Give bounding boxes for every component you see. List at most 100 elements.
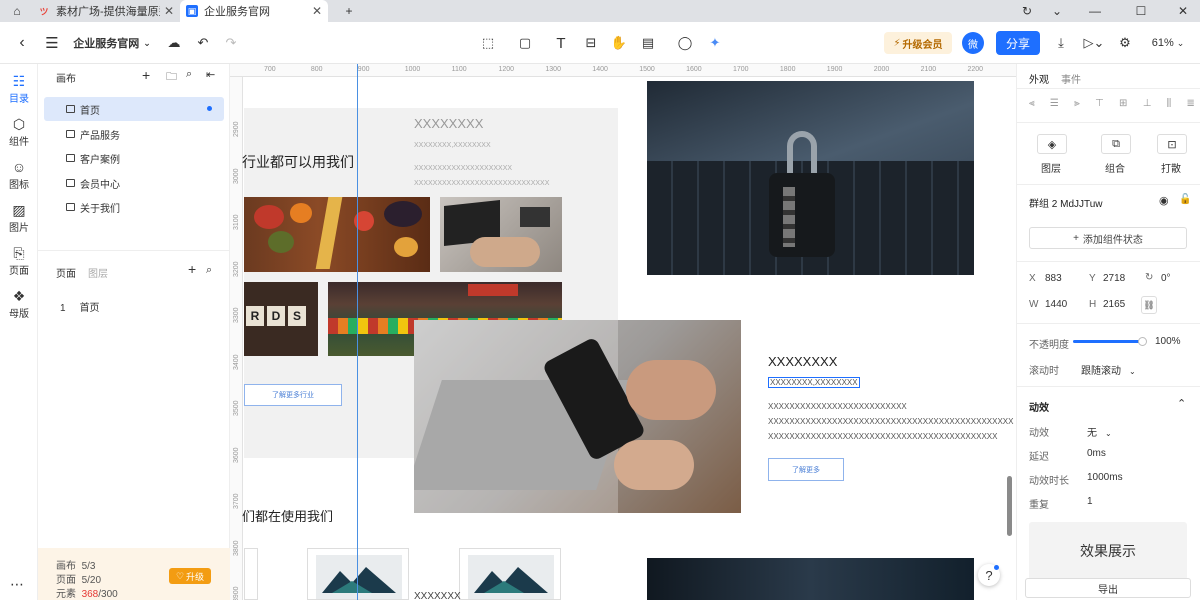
play-preview-icon[interactable]: ▷⌄ — [1080, 22, 1108, 64]
canvas-item-member[interactable]: 会员中心 — [44, 171, 224, 195]
nav-directory[interactable]: ☷ 目录 — [0, 72, 38, 112]
distribute-v-icon[interactable]: ≣ — [1187, 98, 1195, 112]
more-industry-button[interactable]: 了解更多行业 — [244, 384, 342, 406]
design-canvas[interactable]: 700 800 900 1000 1100 1200 1300 1400 1500 1600 170… — [230, 64, 1016, 600]
tab-material-square[interactable]: ツ 素材广场-提供海量原型模 ✕ — [32, 0, 180, 22]
delay-input[interactable]: 0ms — [1087, 448, 1106, 459]
duration-input[interactable]: 1000ms — [1087, 472, 1123, 483]
zoom-dropdown[interactable]: 61% ⌄ — [1146, 22, 1190, 64]
help-button[interactable]: ? — [978, 564, 1000, 586]
canvas-item-home[interactable]: 首页 — [44, 97, 224, 121]
effect-select[interactable]: 无 ⌄ — [1087, 424, 1112, 439]
close-window-icon[interactable]: ✕ — [1168, 0, 1198, 22]
nav-icons[interactable]: ☺ 图标 — [0, 158, 38, 198]
tab-pages[interactable]: 页面 — [56, 265, 76, 280]
project-name-dropdown[interactable]: 企业服务官网 ⌄ — [72, 22, 152, 64]
add-page-icon[interactable]: + — [188, 261, 196, 277]
comment-tool-icon[interactable]: ◯ — [674, 22, 696, 64]
export-button[interactable]: 导出 — [1025, 578, 1191, 598]
logo-card[interactable] — [307, 548, 409, 600]
canvas-item-cases[interactable]: 客户案例 — [44, 146, 224, 170]
text-tool-icon[interactable]: T — [550, 22, 572, 64]
logo-card[interactable] — [244, 548, 258, 600]
refresh-icon[interactable]: ↻ — [1012, 0, 1042, 22]
minimize-icon[interactable]: — — [1080, 0, 1110, 22]
tab-events[interactable]: 事件 — [1061, 71, 1081, 86]
shape-tool-icon[interactable]: ▢ — [512, 22, 538, 64]
close-tab-icon[interactable]: ✕ — [164, 4, 174, 18]
align-bottom-icon[interactable]: ⊥ — [1143, 98, 1152, 112]
y-input[interactable]: 2718 — [1103, 273, 1125, 284]
canvas-scrollbar[interactable] — [1007, 476, 1012, 536]
search-icon[interactable]: ⌕ — [206, 264, 212, 277]
food-photo[interactable] — [244, 197, 430, 272]
canvas-item-about[interactable]: 关于我们 — [44, 195, 224, 219]
nav-pages[interactable]: ⎘ 页面 — [0, 244, 38, 284]
chevron-up-icon[interactable]: ⌃ — [1177, 397, 1186, 410]
phone-laptop-photo[interactable] — [414, 320, 741, 513]
maximize-icon[interactable]: ☐ — [1126, 0, 1156, 22]
scroll-behavior-select[interactable]: 跟随滚动 ⌄ — [1081, 362, 1136, 377]
opacity-slider[interactable] — [1073, 337, 1147, 346]
lock-icon[interactable]: 🔓 — [1179, 194, 1191, 205]
add-canvas-icon[interactable]: + — [142, 67, 150, 83]
canvas-item-products[interactable]: 产品服务 — [44, 122, 224, 146]
undo-icon[interactable]: ↶ — [192, 22, 214, 64]
align-right-icon[interactable]: ⫸ — [1074, 98, 1080, 112]
eye-icon[interactable]: ◉ — [1159, 194, 1169, 207]
redo-icon[interactable]: ↷ — [220, 22, 242, 64]
download-icon[interactable]: ⤓ — [1050, 22, 1072, 64]
hand-tool-icon[interactable]: ✋ — [608, 22, 630, 64]
align-hcenter-icon[interactable]: ☰ — [1050, 98, 1059, 112]
align-top-icon[interactable]: ⊤ — [1095, 98, 1104, 112]
cloud-icon[interactable]: ☁ — [162, 22, 186, 64]
effect-preview[interactable]: 效果展示 — [1029, 522, 1187, 580]
tab-layers[interactable]: 图层 — [88, 265, 108, 280]
settings-sliders-icon[interactable]: ⚙ — [1114, 22, 1136, 64]
select-tool-icon[interactable]: ⬚ — [476, 22, 500, 64]
new-tab-icon[interactable]: + — [334, 0, 364, 22]
upgrade-member-button[interactable]: ⚡ 升级会员 — [884, 32, 952, 54]
align-vcenter-icon[interactable]: ⊞ — [1119, 98, 1127, 112]
nav-components[interactable]: ⬡ 组件 — [0, 115, 38, 155]
add-state-button[interactable]: + 添加组件状态 — [1029, 227, 1187, 249]
search-icon[interactable]: ⌕ — [186, 68, 192, 81]
ungroup-button[interactable]: ⊡ — [1157, 134, 1187, 154]
home-icon[interactable]: ⌂ — [2, 0, 32, 22]
opacity-slider-handle[interactable] — [1138, 337, 1147, 346]
scrabble-photo[interactable]: R D S — [244, 282, 318, 356]
container-tool-icon[interactable]: ⊟ — [580, 22, 602, 64]
lock-ratio-icon[interactable]: ⛓ — [1141, 296, 1157, 314]
distribute-h-icon[interactable]: ⫼ — [1167, 98, 1172, 112]
page-list-item[interactable]: 1 首页 — [60, 299, 100, 314]
dark-photo[interactable] — [647, 558, 974, 600]
padlock-laptop-photo[interactable] — [647, 81, 974, 275]
align-left-icon[interactable]: ⫷ — [1029, 98, 1035, 112]
feature-subtitle-selected[interactable]: XXXXXXXX,XXXXXXXX — [768, 377, 860, 388]
share-button[interactable]: 分享 — [996, 31, 1040, 55]
close-tab-icon[interactable]: ✕ — [312, 4, 322, 18]
rotation-input[interactable]: 0° — [1161, 273, 1171, 284]
more-icon[interactable]: ⋯ — [10, 576, 24, 593]
nav-master[interactable]: ❖ 母版 — [0, 287, 38, 327]
nav-images[interactable]: ▨ 图片 — [0, 201, 38, 241]
height-input[interactable]: 2165 — [1103, 299, 1125, 310]
menu-icon[interactable]: ☰ — [40, 22, 64, 64]
width-input[interactable]: 1440 — [1045, 299, 1067, 310]
tab-appearance[interactable]: 外观 — [1029, 71, 1049, 86]
upgrade-button[interactable]: ♡ 升级 — [169, 568, 211, 584]
collapse-icon[interactable]: ⇤ — [206, 68, 215, 81]
layer-button[interactable]: ◈ — [1037, 134, 1067, 154]
learn-more-button[interactable]: 了解更多 — [768, 458, 844, 481]
folder-icon[interactable]: 🗀 — [166, 68, 177, 87]
ai-sparkle-icon[interactable]: ✦ — [704, 22, 726, 64]
tab-enterprise-site[interactable]: ▣ 企业服务官网 ✕ — [180, 0, 328, 22]
back-icon[interactable]: ‹ — [10, 22, 34, 64]
laptop-photo[interactable] — [440, 197, 562, 272]
x-input[interactable]: 883 — [1045, 273, 1062, 284]
opacity-value[interactable]: 100% — [1155, 336, 1181, 347]
logo-card[interactable] — [459, 548, 561, 600]
wechat-avatar[interactable]: 微 — [962, 32, 984, 54]
note-tool-icon[interactable]: ▤ — [636, 22, 660, 64]
chevron-down-icon[interactable]: ⌄ — [1042, 0, 1072, 22]
